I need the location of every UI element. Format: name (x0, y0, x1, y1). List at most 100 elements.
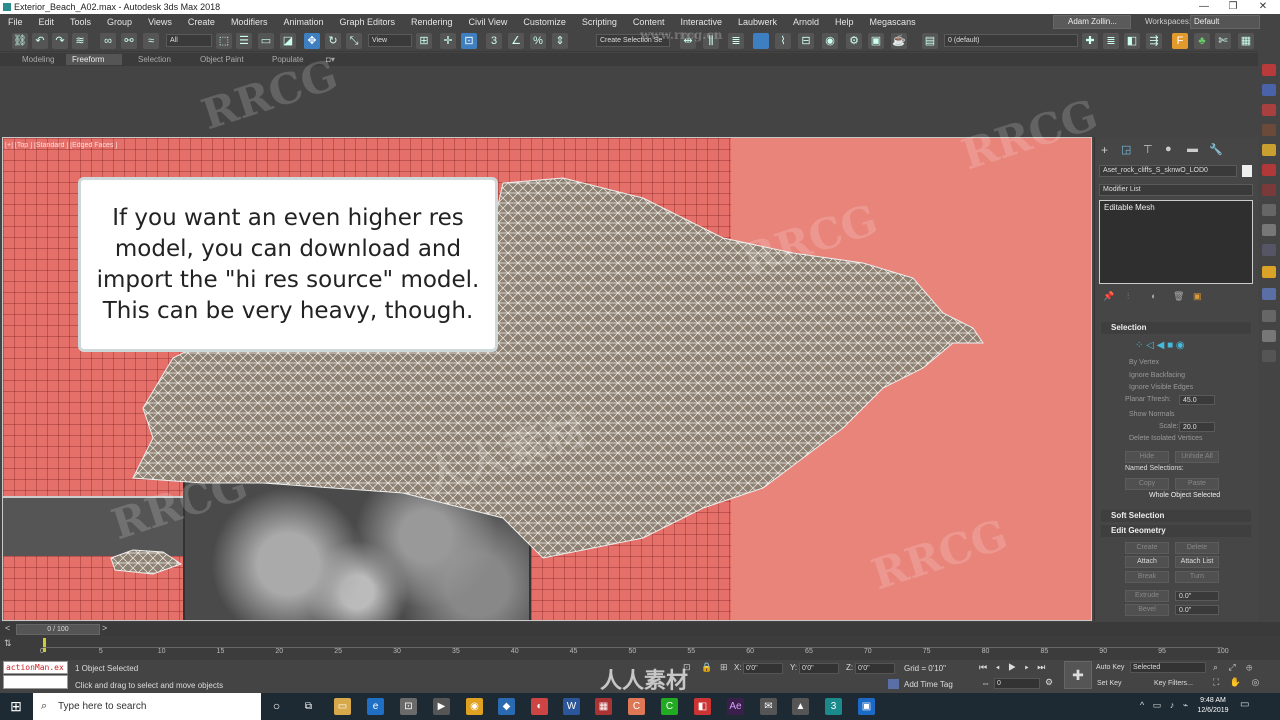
select-in-layer-icon[interactable]: ◧ (1124, 33, 1140, 49)
key-filters-button[interactable]: Key Filters... (1154, 680, 1193, 687)
tab-populate[interactable]: Populate (266, 54, 310, 65)
angle-snap-icon[interactable]: ∠ (508, 33, 524, 49)
maxscript-listener[interactable]: actionMan.ex (3, 661, 68, 674)
menu-civil-view[interactable]: Civil View (461, 17, 516, 27)
unlink-icon[interactable]: ⚯ (121, 33, 137, 49)
select-move-icon[interactable]: ✥ (304, 33, 320, 49)
y-coordinate-field[interactable]: 0'0" (799, 663, 839, 674)
menu-edit[interactable]: Edit (31, 17, 63, 27)
select-by-name-icon[interactable]: ☰ (236, 33, 252, 49)
current-frame-field[interactable]: 0 (994, 678, 1040, 689)
break-button[interactable]: Break (1125, 571, 1169, 583)
pivot-center-icon[interactable]: ⊞ (416, 33, 432, 49)
render-setup-icon[interactable]: ⚙ (846, 33, 862, 49)
plugin-blue-icon[interactable] (1262, 84, 1276, 96)
undo-icon[interactable]: ↶ (32, 33, 48, 49)
edit-geometry-rollout[interactable]: Edit Geometry (1101, 525, 1251, 537)
start-button[interactable]: ⊞ (0, 693, 32, 720)
time-config-icon[interactable]: ⚙ (1045, 677, 1053, 688)
planar-thresh-spinner[interactable]: 45.0 (1179, 395, 1215, 405)
menu-graph-editors[interactable]: Graph Editors (331, 17, 403, 27)
app-window-icon[interactable]: ▣ (858, 698, 875, 715)
tab-modeling[interactable]: Modeling (16, 54, 60, 65)
soft-selection-rollout[interactable]: Soft Selection (1101, 510, 1251, 522)
isolate-selection-icon[interactable]: ⊡ (683, 662, 691, 673)
taskbar-clock[interactable]: 9:48 AM 12/6/2019 (1196, 696, 1230, 716)
select-object-icon[interactable]: ⬚ (216, 33, 232, 49)
schematic-view-icon[interactable]: ⊟ (798, 33, 814, 49)
notifications-icon[interactable]: ▭ (1240, 699, 1249, 710)
next-frame-arrow-icon[interactable]: > (102, 623, 107, 633)
rendered-frame-icon[interactable]: ▣ (868, 33, 884, 49)
viewport-navigation-icons-2[interactable]: ⛶ ✋ ◎ (1213, 677, 1263, 688)
plugin-yellow-icon[interactable] (1262, 144, 1276, 156)
tree-plugin-icon[interactable]: ♣ (1194, 33, 1210, 49)
hide-button[interactable]: Hide (1125, 451, 1169, 463)
bevel-button[interactable]: Bevel (1125, 604, 1169, 616)
minimize-button[interactable]: — (1191, 0, 1217, 14)
set-key-button[interactable]: Set Key (1097, 680, 1122, 687)
menu-group[interactable]: Group (99, 17, 140, 27)
x-coordinate-field[interactable]: 0'0" (743, 663, 783, 674)
taskbar-search-box[interactable]: ⌕ Type here to search (33, 693, 261, 720)
grid-icon[interactable]: ▦ (1238, 33, 1254, 49)
make-unique-icon[interactable]: ◐ (1151, 291, 1156, 301)
app-green-icon[interactable]: C (661, 698, 678, 715)
set-current-layer-icon[interactable]: ⇶ (1146, 33, 1162, 49)
workspace-dropdown[interactable]: Default (1190, 15, 1260, 29)
attach-list-button[interactable]: Attach List (1175, 556, 1219, 568)
pin-stack-icon[interactable]: 📌 (1103, 291, 1114, 302)
viewport-label[interactable]: [+] [Top ] [Standard ] [Edged Faces ] (5, 142, 117, 149)
plugin-box-icon[interactable] (1262, 330, 1276, 342)
percent-snap-icon[interactable]: % (530, 33, 546, 49)
photos-icon[interactable]: ▲ (792, 698, 809, 715)
plugin-stack-icon[interactable] (1262, 244, 1276, 256)
current-layer-dropdown[interactable]: 0 (default) (944, 34, 1078, 47)
create-button[interactable]: Create (1125, 542, 1169, 554)
manipulate-icon[interactable]: ✛ (440, 33, 456, 49)
curve-editor-mini-icon[interactable]: ⇅ (4, 638, 12, 649)
reference-coordinate-dropdown[interactable]: View (368, 34, 412, 47)
extrude-button[interactable]: Extrude (1125, 590, 1169, 602)
selection-rollout[interactable]: Selection (1101, 322, 1251, 334)
paste-button[interactable]: Paste (1175, 478, 1219, 490)
menu-tools[interactable]: Tools (62, 17, 99, 27)
playback-controls[interactable]: ⏮ ◂ ▶ ▸ ⏭ (979, 662, 1048, 673)
menu-arnold[interactable]: Arnold (785, 17, 827, 27)
unhide-all-button[interactable]: Unhide All (1175, 451, 1219, 463)
viewport-navigation-icons[interactable]: ⌕ ⤢ ⊕ (1213, 662, 1256, 673)
app-orange-icon[interactable]: C (628, 698, 645, 715)
ribbon-options-icon[interactable]: ◘▾ (320, 54, 341, 65)
menu-create[interactable]: Create (180, 17, 223, 27)
mirror-icon[interactable]: ⇹ (680, 33, 696, 49)
megascans-icon[interactable] (1262, 64, 1276, 76)
attach-button[interactable]: Attach (1125, 556, 1169, 568)
delete-isolated-vertices-checkbox[interactable]: Delete Isolated Vertices (1129, 435, 1203, 442)
maxscript-input[interactable] (3, 675, 68, 689)
align-icon[interactable]: ⫼ (703, 33, 719, 49)
plugin-cube-icon[interactable] (1262, 164, 1276, 176)
auto-key-button[interactable]: Auto Key (1096, 664, 1124, 671)
configure-sets-icon[interactable]: ▣ (1193, 291, 1202, 302)
system-tray-icons[interactable]: ^ ▭ ♪ ⌁ (1140, 700, 1191, 711)
mail-icon[interactable]: ✉ (760, 698, 777, 715)
menu-modifiers[interactable]: Modifiers (223, 17, 276, 27)
set-key-icon[interactable]: ✚ (1064, 661, 1092, 689)
app-blue-icon[interactable]: ◆ (498, 698, 515, 715)
selection-lock-icon[interactable]: 🔒 (701, 662, 712, 673)
plugin-globe-icon[interactable] (1262, 288, 1276, 300)
sub-object-icons[interactable]: ⁘ ◁ ◀ ■ ◉ (1135, 340, 1185, 351)
bevel-spinner[interactable]: 0.0" (1175, 605, 1219, 615)
stack-item-editable-mesh[interactable]: Editable Mesh (1104, 203, 1155, 212)
link-icon[interactable]: ⛓ (12, 33, 28, 49)
tools-icon[interactable]: ✄ (1215, 33, 1231, 49)
select-link-icon[interactable]: ∞ (100, 33, 116, 49)
app-red-icon[interactable]: ◐ (531, 698, 548, 715)
3ds-max-icon[interactable]: 3 (825, 698, 842, 715)
utilities-tab-icon[interactable]: 🔧 (1209, 143, 1223, 156)
menu-animation[interactable]: Animation (275, 17, 331, 27)
show-end-result-icon[interactable]: ⫶ (1127, 291, 1129, 302)
task-view-icon[interactable]: ⧉ (300, 698, 317, 715)
key-mode-icon[interactable]: ⇔ (981, 678, 990, 688)
menu-scripting[interactable]: Scripting (574, 17, 625, 27)
